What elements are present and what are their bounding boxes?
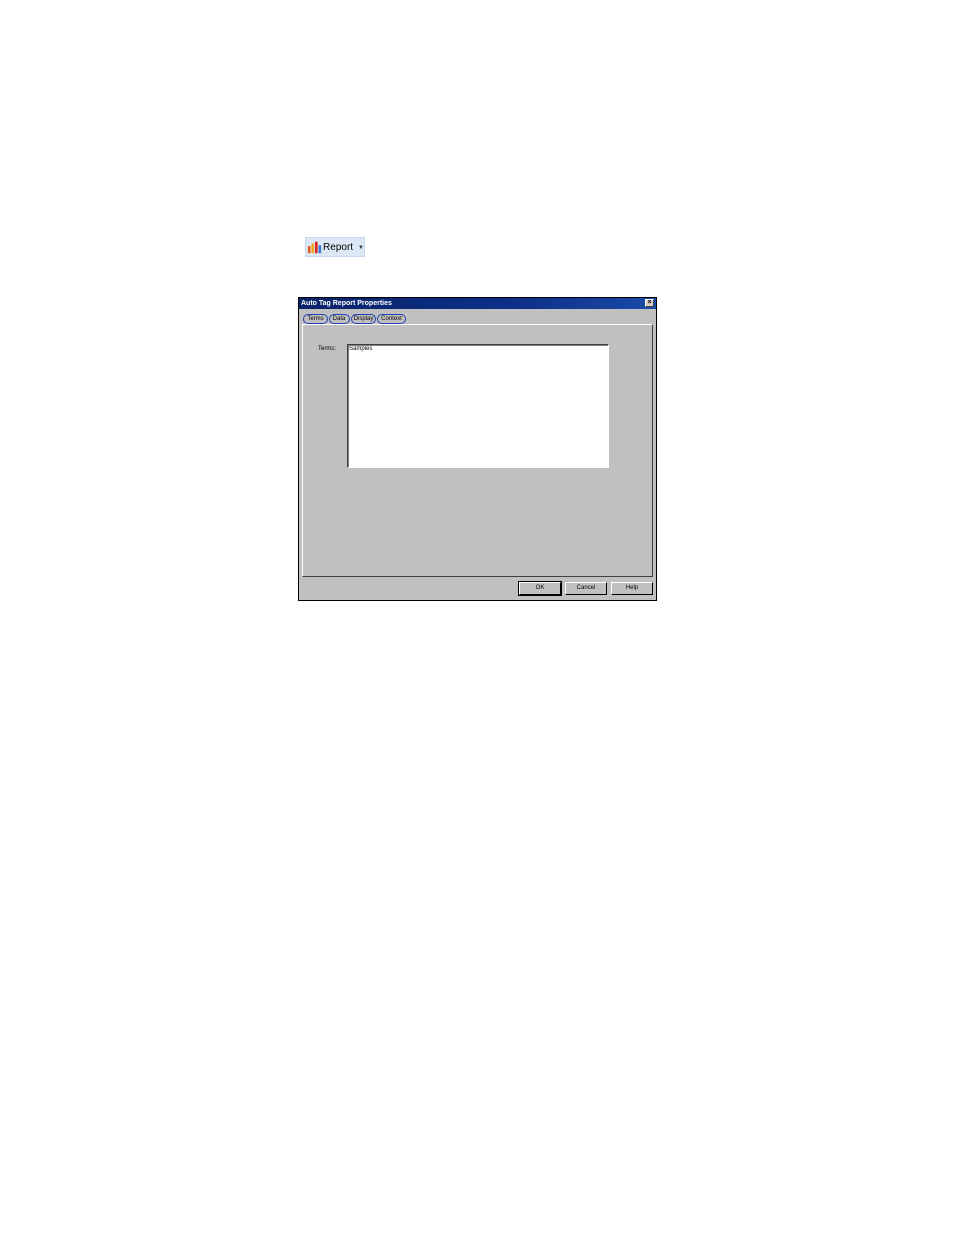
terms-textarea[interactable]: Samples — [347, 344, 609, 468]
dialog-title-bar[interactable]: Auto Tag Report Properties × — [299, 298, 656, 309]
terms-label: Terms: — [318, 346, 336, 352]
chevron-down-icon[interactable]: ▼ — [358, 245, 364, 251]
page: Report ▼ Auto Tag Report Properties × Te… — [0, 0, 954, 1235]
tab-data[interactable]: Data — [329, 314, 349, 324]
report-button-label: Report — [323, 241, 354, 253]
help-button[interactable]: Help — [611, 582, 653, 595]
ok-button[interactable]: OK — [518, 581, 562, 596]
tab-display[interactable]: Display — [351, 314, 376, 324]
close-button[interactable]: × — [645, 299, 654, 307]
tab-context[interactable]: Context — [377, 314, 406, 324]
tab-terms[interactable]: Terms — [303, 314, 328, 324]
bar-chart-icon — [307, 241, 322, 254]
report-button[interactable]: Report ▼ — [305, 237, 365, 257]
auto-tag-report-properties-dialog: Auto Tag Report Properties × Terms Data … — [298, 297, 657, 601]
cancel-button[interactable]: Cancel — [565, 582, 607, 595]
dialog-title: Auto Tag Report Properties — [301, 300, 392, 307]
close-icon: × — [647, 299, 652, 306]
